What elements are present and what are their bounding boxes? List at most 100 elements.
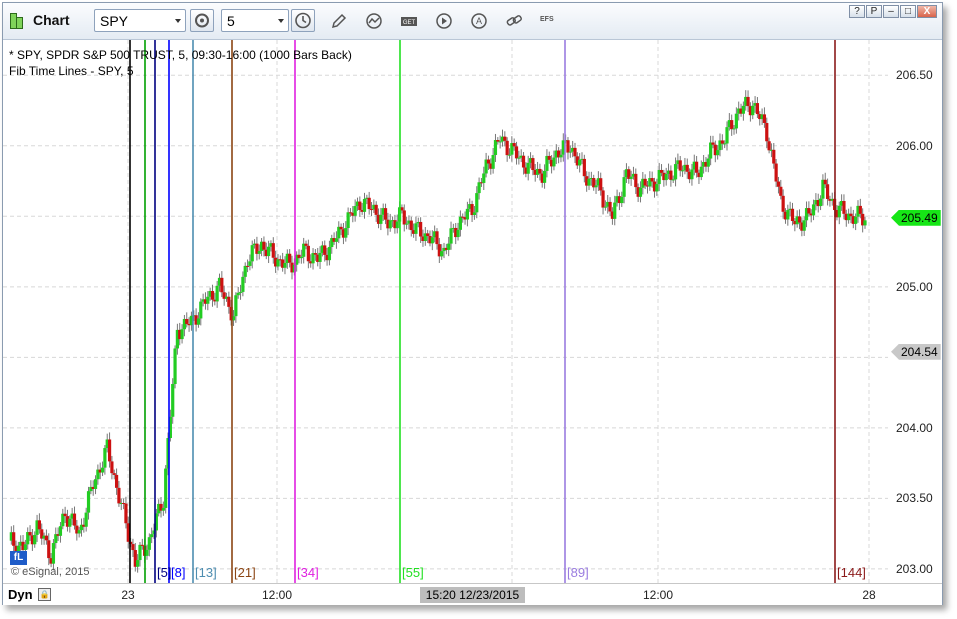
candle-down (695, 161, 699, 173)
candle-up (58, 526, 63, 536)
candle-up (680, 170, 685, 172)
candle-up (709, 142, 713, 159)
candle-up (257, 250, 261, 254)
symbol-properties-button[interactable] (190, 9, 214, 32)
pin-button[interactable]: P (866, 5, 882, 18)
time-template-button[interactable] (291, 9, 315, 32)
candle-up (84, 512, 88, 527)
candle-up (447, 243, 451, 250)
candle-up (299, 256, 303, 259)
candle-up (395, 221, 399, 229)
candle-up (638, 187, 643, 197)
efs-button[interactable]: EFS (540, 16, 554, 23)
candle-down (419, 221, 423, 237)
candle-down (374, 204, 378, 215)
candle-up (465, 208, 470, 220)
pencil-icon[interactable] (330, 13, 348, 29)
maximize-button[interactable]: □ (900, 5, 916, 18)
clock-icon (295, 12, 311, 29)
dyn-label[interactable]: Dyn (8, 587, 33, 602)
chart-area[interactable]: * SPY, SPDR S&P 500 TRUST, 5, 09:30-16:0… (3, 40, 942, 605)
candle-down (755, 103, 760, 115)
candle-down (140, 544, 144, 546)
y-tick: 203.00 (896, 561, 933, 576)
candle-up (491, 155, 495, 169)
candle-up (458, 216, 462, 230)
candle-up (93, 479, 98, 489)
play-icon[interactable] (435, 13, 453, 29)
candle-up (475, 193, 479, 213)
candle-down (772, 149, 776, 164)
candle-down (601, 190, 605, 208)
lock-icon[interactable]: 🔒 (38, 588, 51, 601)
interval-input[interactable] (227, 12, 297, 30)
candle-down (426, 233, 430, 237)
candle-down (63, 513, 67, 517)
window-title: Chart (33, 12, 70, 28)
candle-down (117, 487, 121, 504)
candle-up (723, 143, 727, 145)
symbol-input-box[interactable] (94, 9, 186, 32)
candle-down (47, 540, 51, 559)
candle-down (304, 243, 308, 246)
candle-up (238, 291, 243, 293)
candle-up (559, 154, 563, 158)
candle-down (842, 201, 846, 214)
x-tick: 12:00 (642, 588, 674, 602)
candle-down (762, 114, 767, 123)
candle-down (746, 96, 750, 107)
symbol-input[interactable] (100, 12, 170, 30)
interval-input-box[interactable] (221, 9, 297, 32)
candle-up (498, 141, 502, 143)
price-axis[interactable]: 206.50 206.00 205.00 204.00 203.50 203.00 (888, 40, 942, 583)
get-icon[interactable]: GET (400, 13, 418, 29)
candle-down (779, 186, 783, 196)
candle-up (318, 252, 322, 262)
candle-down (781, 195, 785, 212)
price-chart[interactable] (3, 40, 888, 583)
close-button[interactable]: X (917, 5, 937, 18)
candle-down (659, 169, 664, 173)
candle-up (248, 261, 252, 266)
candle-down (608, 201, 612, 212)
candle-up (103, 448, 107, 468)
candle-up (578, 159, 582, 166)
candle-down (12, 532, 16, 546)
candle-up (493, 140, 498, 156)
candle-down (531, 158, 535, 171)
y-tick: 203.50 (896, 491, 933, 506)
help-button[interactable]: ? (849, 5, 865, 18)
candle-up (236, 292, 240, 296)
candle-up (173, 348, 177, 384)
candle-down (131, 544, 135, 551)
chart-info-line: * SPY, SPDR S&P 500 TRUST, 5, 09:30-16:0… (9, 48, 352, 62)
candle-up (716, 150, 720, 156)
candle-up (594, 185, 598, 188)
study-icon[interactable] (365, 13, 383, 29)
candle-down (774, 163, 778, 182)
candle-up (388, 220, 392, 229)
symbol-dropdown-icon[interactable] (175, 19, 181, 23)
candle-up (136, 560, 140, 567)
candle-down (288, 253, 292, 263)
candle-down (124, 503, 128, 524)
current-time-label: 15:20 12/23/2015 (420, 587, 525, 603)
interval-dropdown-icon[interactable] (278, 19, 284, 23)
candle-up (526, 162, 530, 174)
candle-down (790, 208, 795, 222)
candle-down (650, 178, 654, 182)
fl-badge[interactable]: fL (10, 551, 27, 565)
chart-window: Chart GET A EFS ? P – □ X (2, 2, 943, 605)
link-icon[interactable] (505, 13, 523, 29)
candle-down (711, 142, 715, 145)
alert-icon[interactable]: A (470, 13, 488, 29)
candle-up (199, 301, 203, 319)
candle-down (503, 136, 507, 141)
time-axis[interactable]: Dyn 🔒 23 12:00 15:20 12/23/2015 12:00 28 (3, 583, 942, 605)
minimize-button[interactable]: – (883, 5, 899, 18)
candle-down (678, 160, 682, 171)
candle-up (664, 173, 668, 181)
candle-up (283, 262, 287, 268)
candle-up (206, 296, 210, 304)
candle-up (802, 220, 806, 231)
